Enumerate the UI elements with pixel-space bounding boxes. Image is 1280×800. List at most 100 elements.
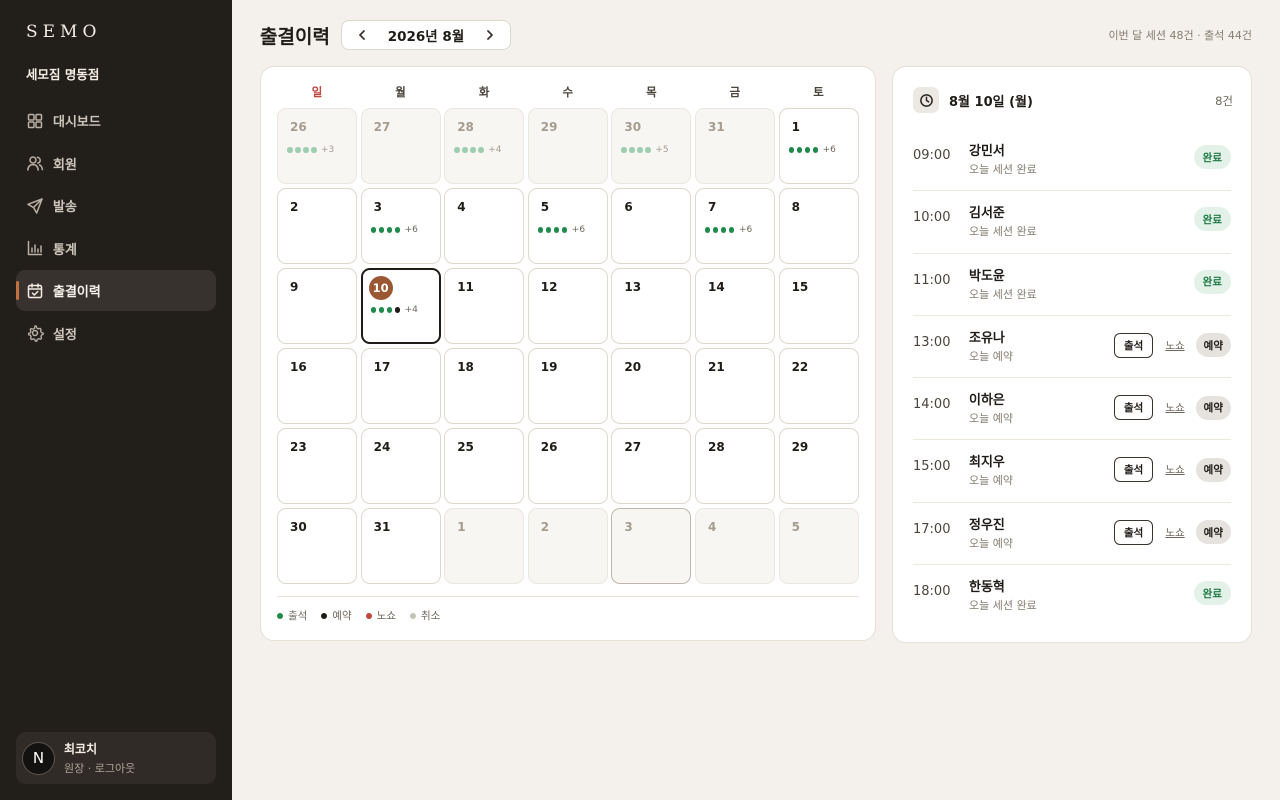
- sidebar-item-send[interactable]: 발송: [16, 185, 216, 226]
- more-count: +6: [822, 145, 836, 155]
- calendar-day[interactable]: 2: [277, 188, 357, 264]
- gear-icon: [26, 324, 44, 342]
- page-title: 출결이력: [260, 26, 330, 48]
- sidebar-item-dashboard[interactable]: 대시보드: [16, 100, 216, 141]
- calendar-day[interactable]: 29: [778, 428, 859, 504]
- session-dot: [788, 147, 795, 153]
- calendar-day[interactable]: 25: [444, 428, 525, 504]
- day-number: 21: [707, 360, 725, 374]
- calendar-day[interactable]: 2: [527, 508, 608, 584]
- session-dot: [454, 147, 460, 153]
- calendar-day[interactable]: 9: [277, 268, 357, 344]
- calendar-day[interactable]: 28: [694, 428, 775, 504]
- session-dots: +5: [621, 145, 669, 155]
- next-month-button[interactable]: [478, 23, 502, 47]
- legend-label: 예약: [332, 610, 352, 622]
- prev-month-button[interactable]: [350, 23, 374, 47]
- sidebar-item-stats[interactable]: 통계: [16, 228, 216, 269]
- calendar-day[interactable]: 15: [778, 268, 859, 344]
- mark-noshow-link[interactable]: 노쇼: [1165, 400, 1184, 415]
- member-name[interactable]: 최지우: [969, 451, 1005, 470]
- calendar-day[interactable]: 4: [694, 508, 775, 584]
- day-number: 27: [373, 120, 391, 134]
- calendar-day[interactable]: 31: [360, 508, 441, 584]
- day-number: 30: [624, 120, 642, 134]
- mark-attend-button[interactable]: 출석: [1114, 519, 1154, 545]
- app-logo[interactable]: SEMO: [26, 22, 101, 42]
- day-number: 23: [290, 440, 307, 454]
- calendar-day[interactable]: 19: [527, 348, 608, 424]
- day-number: 4: [707, 520, 717, 534]
- day-number: 31: [373, 520, 391, 534]
- calendar-day[interactable]: 27: [360, 108, 441, 184]
- calendar-day[interactable]: 1: [444, 508, 525, 584]
- sidebar-item-attendance[interactable]: 출결이력: [16, 270, 216, 311]
- calendar-day[interactable]: 6: [611, 188, 692, 264]
- calendar-day[interactable]: 3 +6: [360, 188, 441, 264]
- mark-attend-button[interactable]: 출석: [1114, 332, 1154, 358]
- member-name[interactable]: 김서준: [969, 202, 1005, 221]
- user-name: 최코치: [64, 742, 98, 756]
- user-card[interactable]: N 최코치 원장 · 로그아웃: [16, 732, 216, 784]
- calendar-day[interactable]: 3: [611, 508, 692, 584]
- calendar-day-selected[interactable]: 10 +4: [360, 268, 441, 344]
- calendar-day[interactable]: 26: [527, 428, 608, 504]
- calendar-day[interactable]: 24: [360, 428, 441, 504]
- mark-noshow-link[interactable]: 노쇼: [1165, 338, 1184, 353]
- calendar-day[interactable]: 30 +5: [611, 108, 692, 184]
- calendar-day[interactable]: 27: [611, 428, 692, 504]
- session-dot: [394, 307, 401, 313]
- mark-noshow-link[interactable]: 노쇼: [1165, 462, 1184, 477]
- mark-noshow-link[interactable]: 노쇼: [1165, 525, 1184, 540]
- calendar-day[interactable]: 28 +4: [444, 108, 525, 184]
- member-name[interactable]: 정우진: [969, 514, 1005, 533]
- calendar-day[interactable]: 4: [444, 188, 525, 264]
- row-actions: 출석 노쇼 예약: [1114, 395, 1231, 421]
- member-name[interactable]: 이하은: [969, 389, 1005, 408]
- calendar-day[interactable]: 17: [360, 348, 441, 424]
- user-role-logout[interactable]: 원장 · 로그아웃: [64, 760, 135, 776]
- day-number: 24: [373, 440, 391, 454]
- calendar-day[interactable]: 31: [694, 108, 775, 184]
- day-number: 13: [624, 280, 642, 294]
- calendar-day[interactable]: 8: [778, 188, 859, 264]
- day-number: 28: [457, 120, 474, 134]
- more-count: +5: [655, 145, 669, 155]
- member-name[interactable]: 조유나: [969, 327, 1005, 346]
- session-dots: +6: [704, 225, 752, 235]
- weekday-label: 월: [395, 85, 406, 99]
- calendar-day[interactable]: 22: [778, 348, 859, 424]
- mark-attend-button[interactable]: 출석: [1114, 395, 1154, 421]
- sidebar-item-settings[interactable]: 설정: [16, 313, 216, 354]
- session-dot: [561, 227, 568, 233]
- calendar-day[interactable]: 14: [694, 268, 775, 344]
- calendar-day[interactable]: 5 +6: [527, 188, 608, 264]
- calendar-day[interactable]: 26 +3: [277, 108, 357, 184]
- chevron-right-icon: [487, 30, 493, 40]
- sidebar-item-members[interactable]: 회원: [16, 143, 216, 184]
- session-dot: [370, 307, 377, 313]
- calendar-day[interactable]: 29: [527, 108, 608, 184]
- session-dot: [378, 227, 385, 233]
- calendar-day[interactable]: 30: [277, 508, 357, 584]
- calendar-day[interactable]: 12: [527, 268, 608, 344]
- calendar-grid: 26 +3 27 28 +4 29 30 +5 31 1 +6 2 3 +6 4 5 +6 6 7 +6 8 9 10 +4 1…: [277, 108, 859, 584]
- calendar-day[interactable]: 11: [444, 268, 525, 344]
- calendar-day[interactable]: 23: [277, 428, 357, 504]
- calendar-day[interactable]: 20: [611, 348, 692, 424]
- calendar-day[interactable]: 1 +6: [778, 108, 859, 184]
- avatar: N: [22, 741, 55, 775]
- mark-attend-button[interactable]: 출석: [1114, 457, 1154, 483]
- calendar-day[interactable]: 21: [694, 348, 775, 424]
- calendar-day[interactable]: 7 +6: [694, 188, 775, 264]
- calendar-day[interactable]: 16: [277, 348, 357, 424]
- calendar-legend: 출석 예약 노쇼 취소: [277, 608, 454, 623]
- calendar-day[interactable]: 13: [611, 268, 692, 344]
- calendar-day[interactable]: 18: [444, 348, 525, 424]
- session-status-text: 오늘 예약: [969, 474, 1013, 488]
- member-name[interactable]: 박도윤: [969, 265, 1005, 284]
- member-name[interactable]: 한동혁: [969, 576, 1005, 595]
- day-number: 18: [457, 360, 474, 374]
- member-name[interactable]: 강민서: [969, 140, 1005, 159]
- calendar-day[interactable]: 5: [778, 508, 859, 584]
